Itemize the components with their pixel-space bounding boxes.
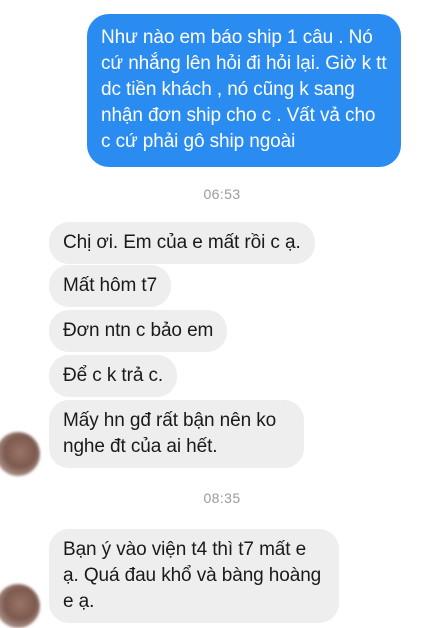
message-timestamp: 06:53 — [203, 186, 241, 202]
incoming-message-bubble[interactable]: Mấy hn gđ rất bận nên ko nghe đt của ai … — [49, 400, 304, 468]
incoming-message-bubble[interactable]: Mất hôm t7 — [49, 265, 172, 307]
incoming-message-bubble[interactable]: Chị ơi. Em của e mất rồi c ạ. — [49, 222, 315, 264]
incoming-message-bubble[interactable]: Bạn ý vào viện t4 thì t7 mất e ạ. Quá đa… — [49, 529, 339, 623]
message-timestamp: 08:35 — [203, 490, 241, 506]
contact-avatar[interactable] — [0, 584, 40, 628]
incoming-message-bubble[interactable]: Để c k trả c. — [49, 355, 178, 397]
outgoing-message-bubble[interactable]: Như nào em báo ship 1 câu . Nó cứ nhắng … — [87, 14, 401, 167]
incoming-message-bubble[interactable]: Đơn ntn c bảo em — [49, 310, 228, 352]
contact-avatar[interactable] — [0, 432, 40, 476]
message-thread[interactable]: Như nào em báo ship 1 câu . Nó cứ nhắng … — [0, 0, 444, 628]
